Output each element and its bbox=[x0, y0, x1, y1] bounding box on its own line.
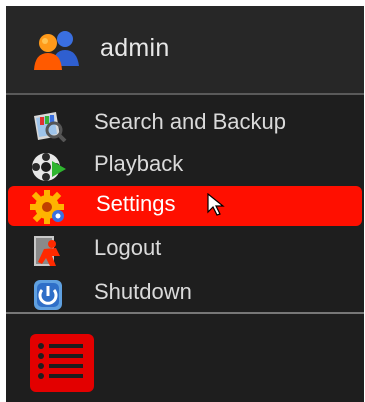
menu-item-shutdown[interactable]: Shutdown bbox=[6, 274, 364, 314]
menu-item-label: Settings bbox=[96, 191, 176, 216]
menu-item-label: Logout bbox=[94, 235, 162, 260]
menu-header: admin bbox=[6, 6, 364, 95]
list-button[interactable] bbox=[30, 334, 94, 392]
menu-item-search-backup[interactable]: Search and Backup bbox=[6, 104, 364, 144]
mouse-cursor-icon bbox=[207, 193, 225, 216]
settings-icon bbox=[30, 190, 64, 224]
menu-item-logout[interactable]: Logout bbox=[6, 230, 364, 270]
menu-item-label: Search and Backup bbox=[94, 109, 287, 134]
menu-item-label: Playback bbox=[94, 151, 184, 176]
user-name: admin bbox=[100, 34, 170, 62]
main-menu: admin Search and Backup Playback Setting… bbox=[6, 6, 364, 402]
list-icon bbox=[38, 343, 83, 379]
power-icon bbox=[34, 280, 62, 310]
search-backup-icon bbox=[34, 112, 67, 142]
logout-icon bbox=[34, 236, 60, 266]
menu-item-playback[interactable]: Playback bbox=[6, 146, 364, 186]
menu-footer bbox=[6, 312, 364, 402]
menu-item-label: Shutdown bbox=[94, 279, 192, 304]
menu-list: Search and Backup Playback Settings Logo… bbox=[6, 96, 364, 312]
playback-icon bbox=[32, 153, 66, 181]
menu-item-settings[interactable]: Settings bbox=[8, 186, 362, 226]
users-icon bbox=[34, 31, 79, 70]
